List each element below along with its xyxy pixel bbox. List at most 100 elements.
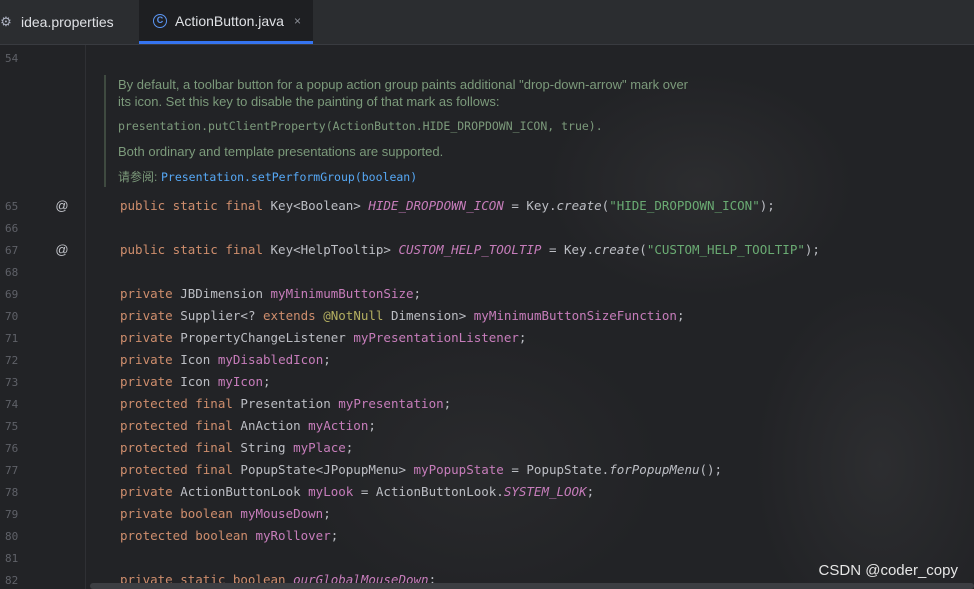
- line-number: 79: [5, 508, 19, 521]
- doc-text: its icon. Set this key to disable the pa…: [118, 94, 500, 109]
- type: Presentation: [240, 396, 339, 411]
- code-text: ;: [676, 308, 685, 323]
- code-line: private Icon myIcon;: [120, 374, 271, 389]
- code-line: protected final String myPlace;: [120, 440, 353, 455]
- keyword: public static final: [120, 198, 271, 213]
- keyword: private: [120, 286, 181, 301]
- code-text: ;: [443, 396, 452, 411]
- field-name: myPresentationListener: [353, 330, 519, 345]
- line-number: 68: [5, 266, 19, 279]
- type: AnAction: [240, 418, 309, 433]
- keyword: protected final: [120, 418, 241, 433]
- code-line: protected final Presentation myPresentat…: [120, 396, 451, 411]
- field-name: myPlace: [293, 440, 346, 455]
- code-line: private PropertyChangeListener myPresent…: [120, 330, 526, 345]
- keyword: private boolean: [120, 506, 241, 521]
- code-line: private ActionButtonLook myLook = Action…: [120, 484, 594, 499]
- line-number: 54: [5, 52, 19, 65]
- tab-idea-properties[interactable]: ⚙ idea.properties: [0, 0, 132, 44]
- line-number: 73: [5, 376, 19, 389]
- line-number: 65: [5, 200, 19, 213]
- code-text: ;: [586, 484, 595, 499]
- code-line: protected boolean myRollover;: [120, 528, 338, 543]
- watermark: CSDN @coder_copy: [818, 562, 958, 579]
- type: JBDimension: [180, 286, 271, 301]
- type: String: [240, 440, 294, 455]
- keyword: extends: [263, 308, 324, 323]
- doc-text: Both ordinary and template presentations…: [118, 144, 444, 159]
- code-text: = ActionButtonLook.: [353, 484, 504, 499]
- doc-code: presentation.putClientProperty(ActionBut…: [118, 119, 603, 133]
- tab-label: ActionButton.java: [175, 12, 284, 29]
- line-number: 71: [5, 332, 19, 345]
- horizontal-scrollbar[interactable]: [90, 583, 974, 589]
- close-tab-icon[interactable]: ×: [294, 14, 301, 28]
- gear-icon: ⚙: [0, 14, 12, 29]
- keyword: protected final: [120, 396, 241, 411]
- keyword: private: [120, 484, 181, 499]
- tab-label: idea.properties: [21, 14, 114, 30]
- field-name: myDisabledIcon: [217, 352, 324, 367]
- override-marker-icon[interactable]: @: [55, 199, 69, 213]
- line-number: 78: [5, 486, 19, 499]
- method: create: [594, 242, 640, 257]
- code-text: ;: [330, 528, 339, 543]
- field-name: myPresentation: [338, 396, 444, 411]
- type: Dimension>: [390, 308, 474, 323]
- type: PropertyChangeListener: [180, 330, 354, 345]
- method: forPopupMenu: [609, 462, 700, 477]
- editor-tab-bar: ⚙ idea.properties C ActionButton.java ×: [0, 0, 974, 45]
- line-number: 74: [5, 398, 19, 411]
- code-text: ;: [413, 286, 422, 301]
- code-text: ();: [699, 462, 723, 477]
- see-also-link[interactable]: Presentation.setPerformGroup(boolean): [161, 170, 417, 184]
- override-marker-icon[interactable]: @: [55, 243, 69, 257]
- code-text: ;: [323, 506, 331, 521]
- field-name: myPopupState: [413, 462, 504, 477]
- see-also-label: 请参阅:: [118, 170, 158, 184]
- line-number: 67: [5, 244, 19, 257]
- line-number: 80: [5, 530, 19, 543]
- keyword: private: [120, 330, 181, 345]
- type: Supplier<?: [180, 308, 264, 323]
- line-number: 66: [5, 222, 19, 235]
- code-text: ;: [323, 352, 331, 367]
- line-number: 82: [5, 574, 19, 587]
- keyword: protected final: [120, 462, 241, 477]
- code-text: = Key.: [541, 242, 595, 257]
- field-name: myMinimumButtonSize: [270, 286, 414, 301]
- code-editor[interactable]: 54 65 66 67 68 69 70 71 72 73 74 75 76 7…: [0, 45, 974, 589]
- code-line: private boolean myMouseDown;: [120, 506, 331, 521]
- field-name: myRollover: [255, 528, 331, 543]
- code-line: protected final AnAction myAction;: [120, 418, 376, 433]
- type: Icon: [180, 374, 218, 389]
- doc-see-also: 请参阅: Presentation.setPerformGroup(boolea…: [118, 168, 417, 185]
- keyword: private: [120, 308, 181, 323]
- code-text: ;: [345, 440, 354, 455]
- field-name: myLook: [308, 484, 354, 499]
- line-number: 72: [5, 354, 19, 367]
- code-line: protected final PopupState<JPopupMenu> m…: [120, 462, 722, 477]
- line-number: 81: [5, 552, 19, 565]
- code-line: private JBDimension myMinimumButtonSize;: [120, 286, 421, 301]
- code-text: = Key.: [503, 198, 557, 213]
- annotation: @NotNull: [323, 308, 391, 323]
- line-number: 77: [5, 464, 19, 477]
- type: ActionButtonLook: [180, 484, 309, 499]
- rendered-javadoc: By default, a toolbar button for a popup…: [104, 75, 764, 187]
- tab-actionbutton-java[interactable]: C ActionButton.java ×: [139, 0, 313, 44]
- keyword: protected boolean: [120, 528, 256, 543]
- line-number: 70: [5, 310, 19, 323]
- code-text: ;: [263, 374, 271, 389]
- doc-text: By default, a toolbar button for a popup…: [118, 77, 689, 92]
- type: Key<Boolean>: [270, 198, 369, 213]
- line-number: 75: [5, 420, 19, 433]
- string: "CUSTOM_HELP_TOOLTIP": [646, 242, 805, 257]
- type: Key<HelpTooltip>: [270, 242, 399, 257]
- class-icon: C: [153, 13, 167, 28]
- code-text: );: [804, 242, 820, 257]
- code-line: private Supplier<? extends @NotNull Dime…: [120, 308, 685, 323]
- line-number: 76: [5, 442, 19, 455]
- field-name: myAction: [308, 418, 369, 433]
- code-text: ;: [518, 330, 527, 345]
